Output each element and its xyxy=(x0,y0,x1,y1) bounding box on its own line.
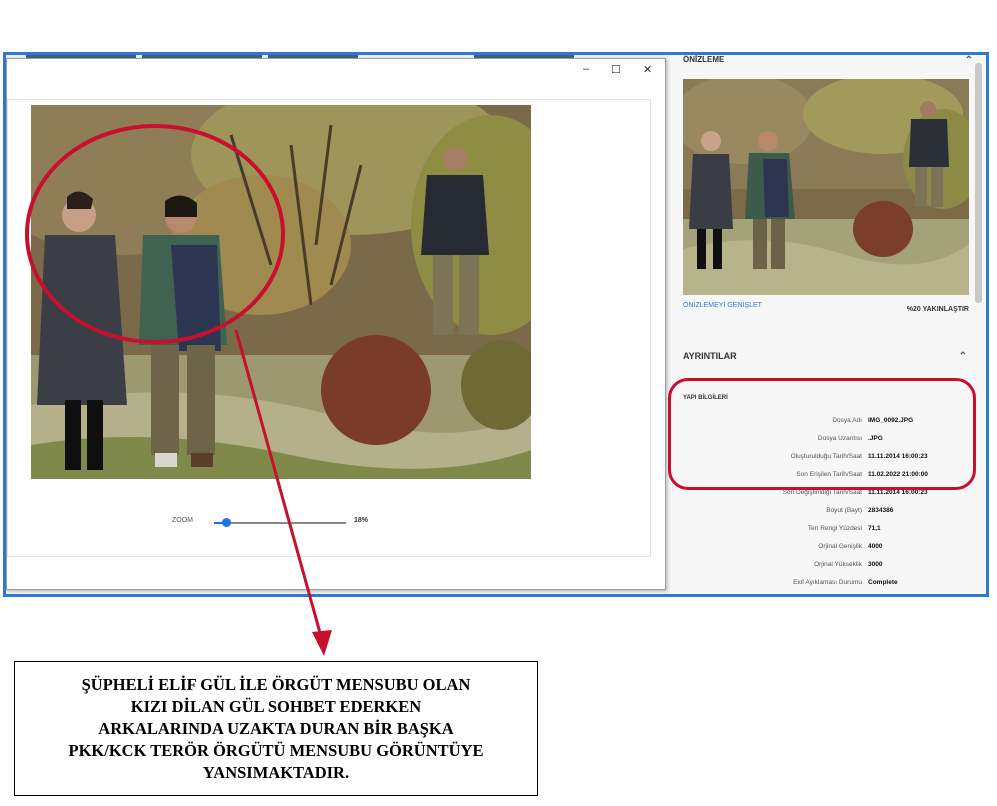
caption-line: YANSIMAKTADIR. xyxy=(202,762,350,782)
detail-key: Exif Ayıklaması Durumu xyxy=(793,579,862,586)
annotation-arrow-head xyxy=(312,630,332,656)
zoom-slider-track[interactable] xyxy=(214,522,346,524)
detail-value: Complete xyxy=(868,579,898,586)
detail-key: Boyut (Bayt) xyxy=(826,507,862,514)
detail-key: Son Değiştirildiği Tarih/Saat xyxy=(782,489,862,496)
detail-key: Orjinal Genişlik xyxy=(818,543,862,550)
caption-line: ARKALARINDA UZAKTA DURAN BİR BAŞKA xyxy=(98,718,454,738)
minimize-button[interactable]: – xyxy=(583,63,589,75)
zoom-label: ZOOM xyxy=(172,517,193,524)
details-panel-header[interactable]: AYRINTILAR ⌃ xyxy=(683,351,973,365)
details-side-panel: ÖNİZLEME ⌃ ÖNİZLEMEYİ GENİŞLET %20 YAKIN… xyxy=(670,55,986,594)
detail-value: 3000 xyxy=(868,561,883,568)
caption-line: KIZI DİLAN GÜL SOHBET EDERKEN xyxy=(130,696,422,716)
close-button[interactable]: ✕ xyxy=(643,63,652,76)
chevron-up-icon[interactable]: ⌃ xyxy=(965,55,973,66)
detail-value: 71,1 xyxy=(868,525,881,532)
detail-value: 4000 xyxy=(868,543,883,550)
metadata-highlight xyxy=(668,378,976,490)
detail-key: Orjinal Yükseklik xyxy=(814,561,862,568)
detail-row: Orjinal Genişlik 4000 xyxy=(670,539,986,557)
detail-row: Exif Ayıklaması Durumu Complete xyxy=(670,575,986,593)
detail-key: Ten Rengi Yüzdesi xyxy=(807,525,862,532)
annotation-caption: ŞÜPHELİ ELİF GÜL İLE ÖRGÜT MENSUBU OLAN … xyxy=(14,661,538,796)
caption-line: ŞÜPHELİ ELİF GÜL İLE ÖRGÜT MENSUBU OLAN xyxy=(81,674,471,694)
scrollbar[interactable] xyxy=(975,63,982,303)
chevron-up-icon[interactable]: ⌃ xyxy=(959,351,967,362)
zoom-slider-fill xyxy=(214,522,222,524)
preview-panel-header[interactable]: ÖNİZLEME ⌃ xyxy=(683,55,973,69)
expand-preview-link[interactable]: ÖNİZLEMEYİ GENİŞLET xyxy=(683,302,762,309)
maximize-button[interactable]: ☐ xyxy=(611,63,621,76)
detail-row: Boyut (Bayt) 2834386 xyxy=(670,503,986,521)
zoom-preview-button[interactable]: %20 YAKINLAŞTIR xyxy=(907,306,969,313)
zoom-control: ZOOM 18% xyxy=(172,515,412,529)
detail-row: Orjinal Yükseklik 3000 xyxy=(670,557,986,575)
preview-panel-title: ÖNİZLEME xyxy=(683,55,725,64)
caption-line: PKK/KCK TERÖR ÖRGÜTÜ MENSUBU GÖRÜNTÜYE xyxy=(68,740,484,760)
preview-image xyxy=(683,79,969,295)
image-viewer-dialog: – ☐ ✕ ZOOM 18% xyxy=(6,58,666,590)
preview-actions: ÖNİZLEMEYİ GENİŞLET %20 YAKINLAŞTIR xyxy=(683,302,973,318)
details-panel-title: AYRINTILAR xyxy=(683,351,737,361)
zoom-value: 18% xyxy=(354,517,369,524)
detail-value: 2834386 xyxy=(868,507,894,514)
main-image[interactable] xyxy=(31,105,531,479)
detail-row: Ten Rengi Yüzdesi 71,1 xyxy=(670,521,986,539)
detail-value: 11.11.2014 16:00:23 xyxy=(868,489,928,496)
zoom-slider-handle[interactable] xyxy=(222,518,231,527)
